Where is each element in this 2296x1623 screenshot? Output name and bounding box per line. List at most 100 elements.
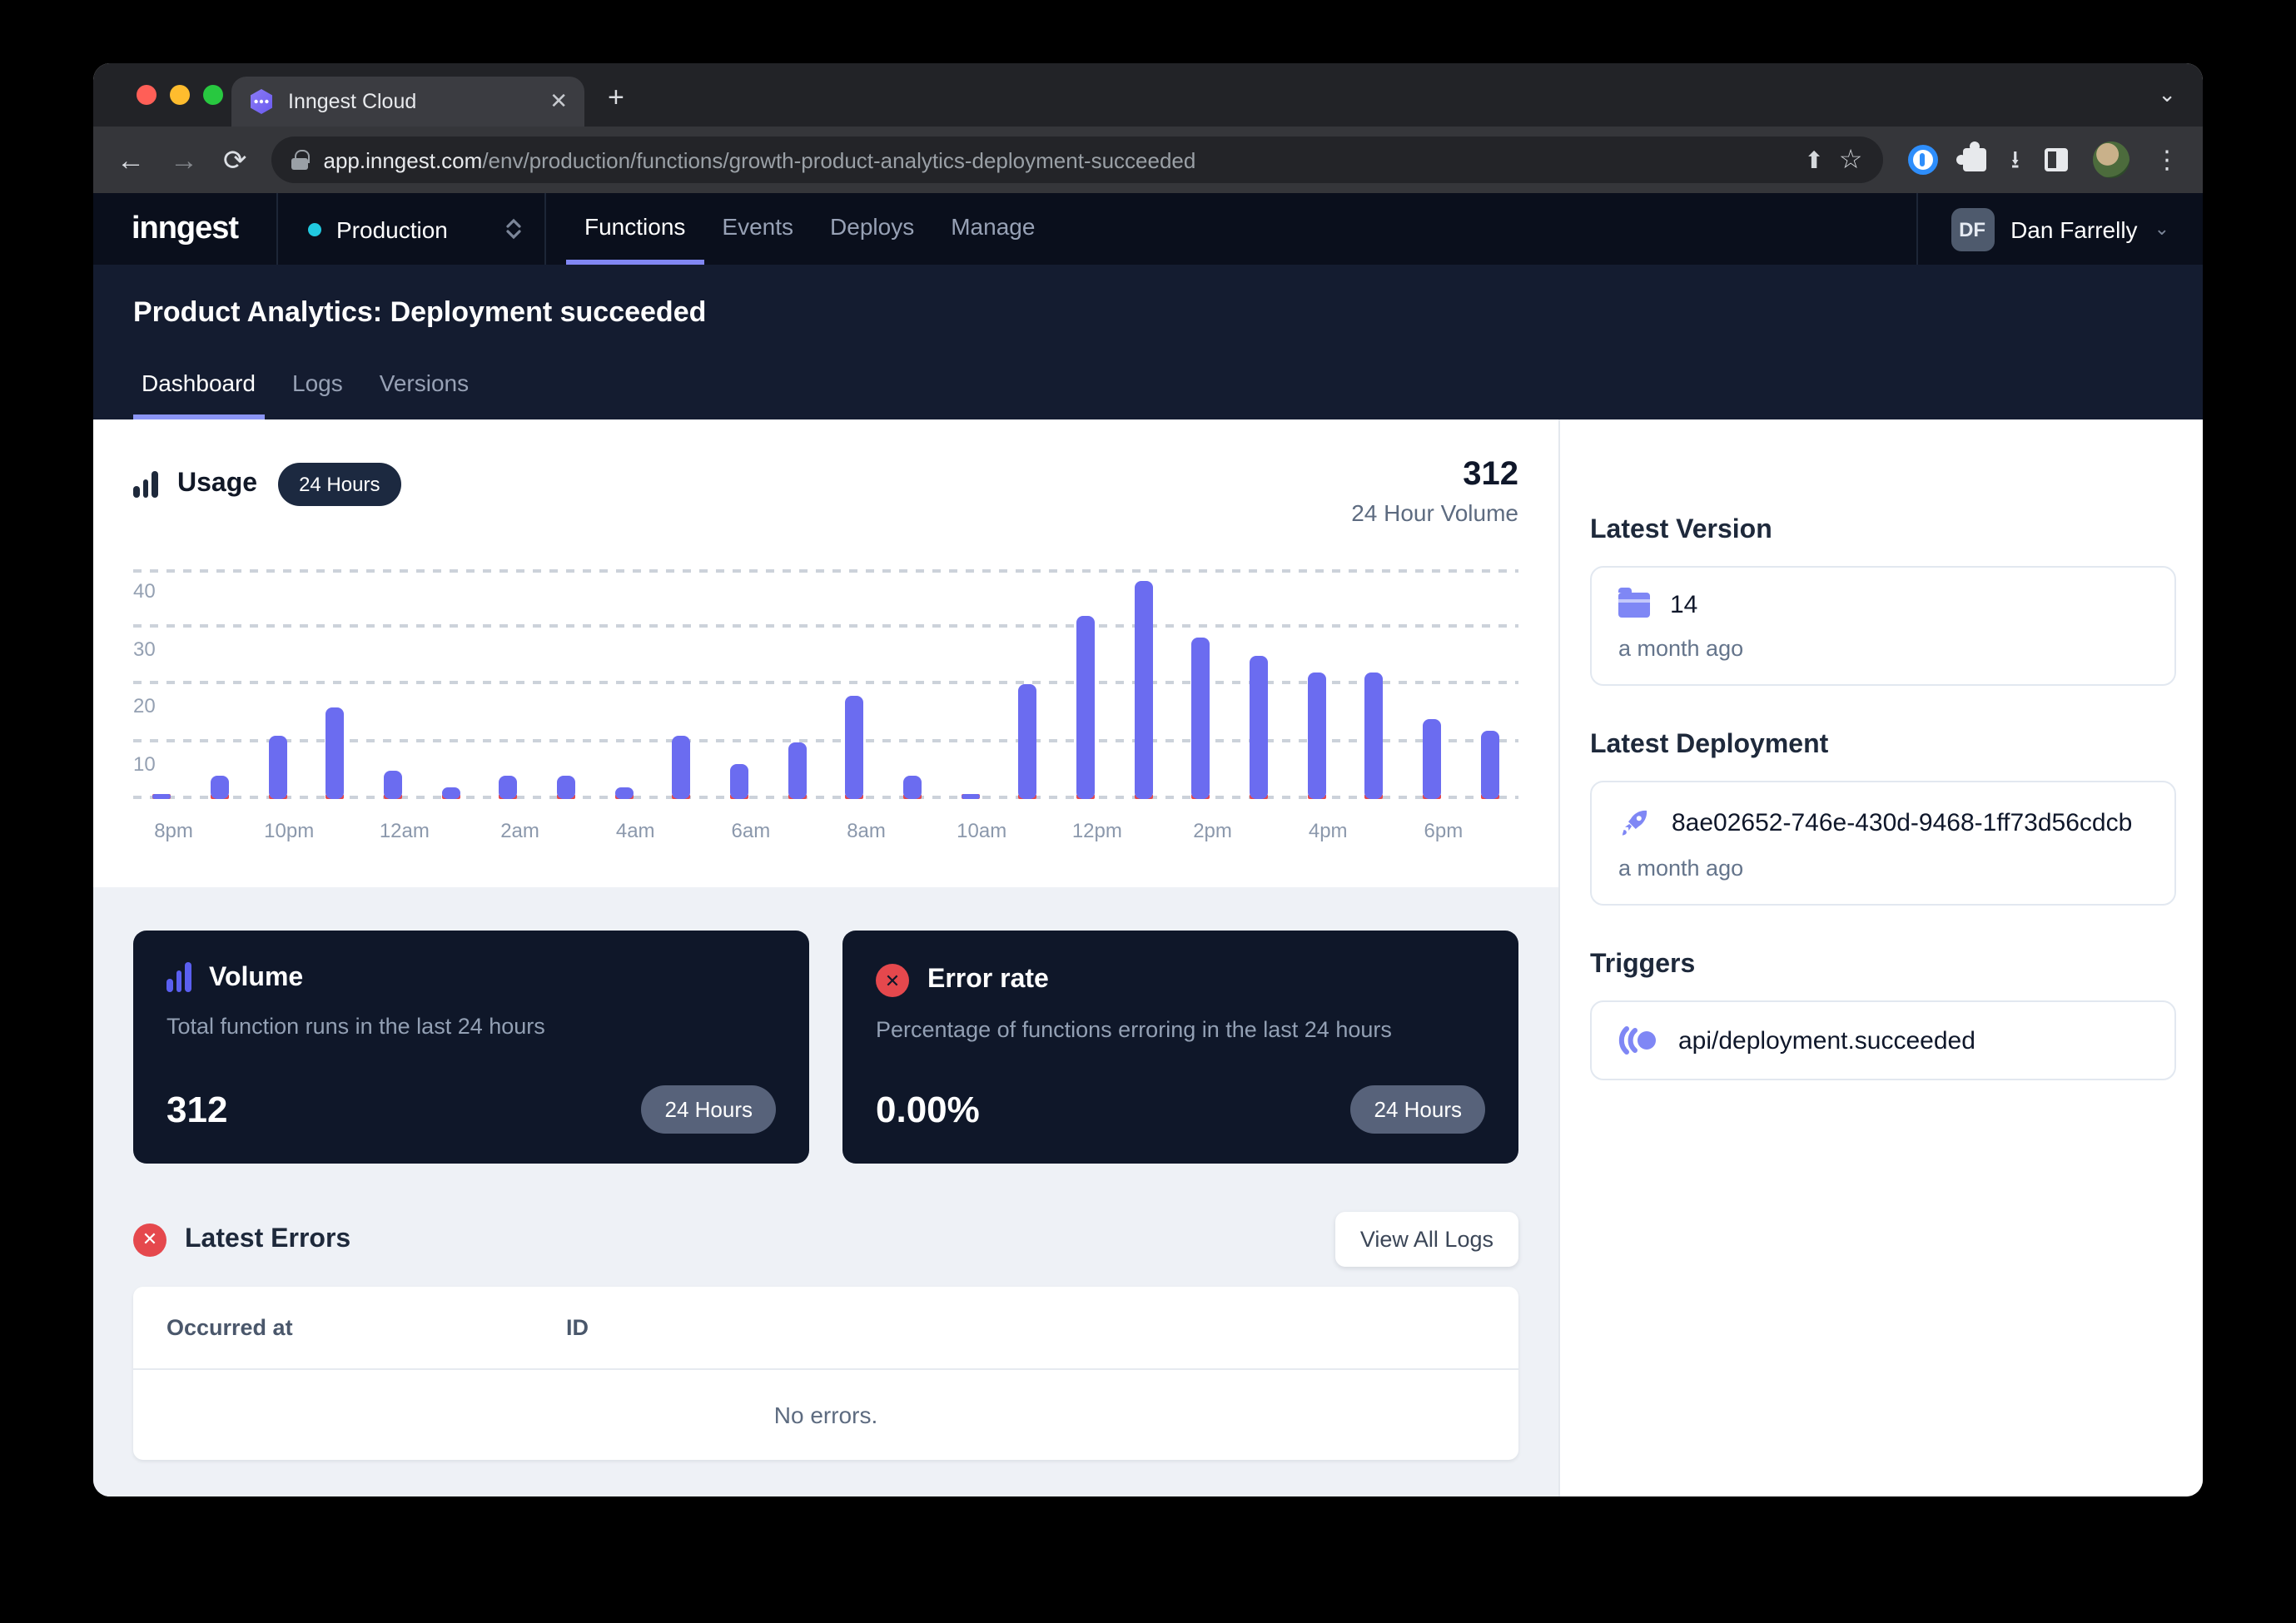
extensions-puzzle-icon[interactable] [1962, 148, 1985, 171]
nav-item-events[interactable]: Events [703, 193, 812, 265]
browser-menu-icon[interactable]: ⋮ [2154, 145, 2179, 175]
trigger-card[interactable]: api/deployment.succeeded [1590, 1000, 2176, 1080]
usage-bar[interactable] [1019, 684, 1037, 799]
usage-bar[interactable] [1076, 615, 1095, 799]
browser-profile-avatar[interactable] [2093, 141, 2130, 178]
bar-slot[interactable] [595, 569, 653, 799]
bar-slot[interactable] [191, 569, 248, 799]
function-header: Product Analytics: Deployment succeeded … [93, 265, 2203, 419]
error-circle-x-icon: ✕ [876, 964, 909, 997]
tab-close-icon[interactable]: ✕ [549, 88, 568, 115]
volume-total: 312 [1351, 456, 1518, 494]
bar-slot[interactable] [1056, 569, 1114, 799]
x-axis-label: 4am [616, 819, 655, 842]
back-icon[interactable]: ← [117, 146, 145, 174]
usage-bar[interactable] [384, 771, 402, 800]
usage-bar[interactable] [1134, 581, 1152, 799]
zoom-window-button[interactable] [203, 85, 223, 105]
bar-slot[interactable] [1172, 569, 1230, 799]
x-axis-label: 4pm [1309, 819, 1348, 842]
bar-slot[interactable] [1288, 569, 1345, 799]
bar-slot[interactable] [1345, 569, 1403, 799]
bar-slot[interactable] [1461, 569, 1518, 799]
downloads-icon[interactable]: ⭳ [2010, 147, 2020, 172]
tab-list-chevron-icon[interactable]: ⌄ [2158, 82, 2176, 108]
bar-slot[interactable] [480, 569, 537, 799]
bar-slot[interactable] [1115, 569, 1172, 799]
usage-bar[interactable] [903, 776, 922, 799]
usage-bar[interactable] [788, 742, 806, 799]
usage-bar[interactable] [614, 787, 633, 799]
usage-bar[interactable] [557, 776, 575, 799]
usage-bar[interactable] [211, 776, 229, 799]
usage-bar[interactable] [268, 736, 286, 799]
new-tab-button[interactable]: + [608, 83, 624, 112]
usage-section: Usage 24 Hours 312 24 Hour Volume 102030… [93, 419, 1558, 887]
usage-bar[interactable] [1192, 638, 1210, 799]
browser-tab[interactable]: Inngest Cloud ✕ [231, 77, 584, 127]
usage-bar[interactable] [441, 787, 460, 799]
share-icon[interactable]: ⬆ [1804, 146, 1823, 174]
usage-bar[interactable] [1250, 656, 1268, 800]
bar-slot[interactable] [133, 569, 191, 799]
bar-slot[interactable] [364, 569, 421, 799]
bar-slot[interactable] [942, 569, 999, 799]
nav-item-functions[interactable]: Functions [566, 193, 703, 265]
volume-summary: 312 24 Hour Volume [1351, 456, 1518, 526]
column-occurred-at: Occurred at [166, 1315, 566, 1340]
nav-item-deploys[interactable]: Deploys [812, 193, 932, 265]
lock-icon[interactable] [292, 150, 309, 170]
url-text[interactable]: app.inngest.com/env/production/functions… [324, 147, 1790, 172]
tab-versions[interactable]: Versions [371, 370, 477, 419]
latest-deployment-heading: Latest Deployment [1590, 731, 2176, 761]
tab-logs[interactable]: Logs [284, 370, 351, 419]
usage-bar[interactable] [1307, 673, 1325, 799]
usage-bar[interactable] [1423, 718, 1441, 799]
bar-slot[interactable] [653, 569, 710, 799]
side-panel-icon[interactable] [2045, 148, 2068, 171]
forward-icon[interactable]: → [170, 146, 198, 174]
bar-slot[interactable] [999, 569, 1056, 799]
bar-slot[interactable] [1230, 569, 1287, 799]
bar-slot[interactable] [1403, 569, 1460, 799]
bookmark-star-icon[interactable]: ☆ [1839, 143, 1863, 176]
bar-slot[interactable] [768, 569, 826, 799]
close-window-button[interactable] [137, 85, 157, 105]
usage-bar[interactable] [1365, 673, 1384, 799]
usage-bar-chart[interactable]: 10203040 [133, 569, 1518, 799]
user-menu[interactable]: DF Dan Farrelly ⌄ [1916, 193, 2203, 265]
usage-bar[interactable] [499, 776, 518, 799]
bar-slot[interactable] [883, 569, 941, 799]
reload-icon[interactable]: ⟳ [223, 146, 247, 174]
usage-bar[interactable] [153, 793, 171, 799]
usage-bar[interactable] [673, 736, 691, 799]
usage-bar[interactable] [961, 793, 979, 799]
usage-bar[interactable] [1480, 730, 1498, 799]
bar-slot[interactable] [306, 569, 364, 799]
bar-slot[interactable] [826, 569, 883, 799]
latest-version-heading: Latest Version [1590, 516, 2176, 546]
view-all-logs-button[interactable]: View All Logs [1335, 1212, 1518, 1267]
environment-selector[interactable]: Production [276, 193, 546, 265]
error-rate-card-range-badge[interactable]: 24 Hours [1351, 1085, 1486, 1134]
minimize-window-button[interactable] [170, 85, 190, 105]
usage-range-badge[interactable]: 24 Hours [277, 463, 401, 506]
volume-card-range-badge[interactable]: 24 Hours [642, 1085, 777, 1134]
latest-deployment-card[interactable]: 8ae02652-746e-430d-9468-1ff73d56cdcb a m… [1590, 781, 2176, 906]
tab-dashboard[interactable]: Dashboard [133, 370, 264, 419]
event-signal-icon [1618, 1025, 1658, 1055]
bar-slot[interactable] [537, 569, 594, 799]
window-controls[interactable] [137, 85, 223, 105]
onepassword-extension-icon[interactable] [1907, 145, 1937, 175]
latest-version-card[interactable]: 14 a month ago [1590, 566, 2176, 686]
usage-bar[interactable] [326, 707, 345, 799]
bar-slot[interactable] [710, 569, 768, 799]
inngest-logo[interactable]: inngest [93, 193, 276, 265]
usage-bar[interactable] [730, 765, 748, 799]
bar-slot[interactable] [422, 569, 480, 799]
bar-slot[interactable] [249, 569, 306, 799]
nav-item-manage[interactable]: Manage [932, 193, 1053, 265]
browser-tab-strip: Inngest Cloud ✕ + ⌄ [93, 63, 2203, 127]
usage-bar[interactable] [846, 696, 864, 799]
url-bar[interactable]: app.inngest.com/env/production/functions… [272, 136, 1883, 183]
